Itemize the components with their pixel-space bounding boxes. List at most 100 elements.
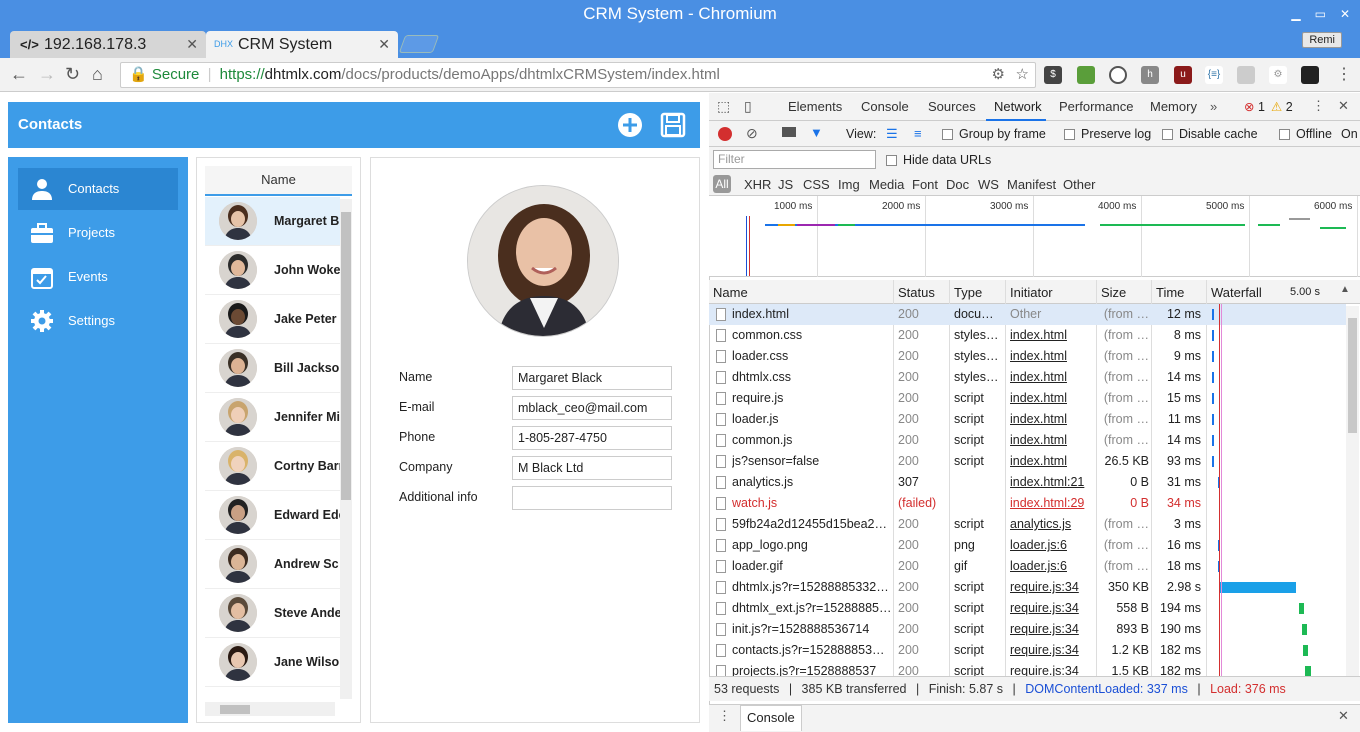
- contact-row[interactable]: Jane Wilso: [205, 638, 340, 687]
- device-toggle-icon[interactable]: ▯: [744, 98, 752, 115]
- form-field[interactable]: mblack_ceo@mail.com: [512, 396, 672, 420]
- overview-icon[interactable]: ≡: [914, 126, 922, 141]
- form-field[interactable]: M Black Ltd: [512, 456, 672, 480]
- profile-badge[interactable]: Remi: [1302, 32, 1342, 48]
- devtools-tab-performance[interactable]: Performance: [1059, 99, 1133, 114]
- devtools-tab-sources[interactable]: Sources: [928, 99, 976, 114]
- extension-record-icon[interactable]: [1109, 66, 1127, 84]
- clear-icon[interactable]: ⊘: [746, 125, 758, 142]
- sidebar-item-projects[interactable]: Projects: [18, 212, 178, 254]
- network-row[interactable]: common.css 200 styles… index.html (from … 8 m…: [709, 325, 1346, 346]
- restore-icon[interactable]: ▭: [1315, 7, 1326, 21]
- network-row[interactable]: analytics.js 307 index.html:21 0 B 31 ms: [709, 472, 1346, 493]
- column-header-type[interactable]: Type: [954, 285, 982, 300]
- cell-initiator[interactable]: index.html: [1010, 409, 1098, 430]
- type-filter-doc[interactable]: Doc: [946, 177, 969, 192]
- back-icon[interactable]: ←: [10, 64, 28, 85]
- network-row[interactable]: contacts.js?r=152888853… 200 script require…: [709, 640, 1346, 661]
- filter-icon[interactable]: ▼: [810, 125, 823, 140]
- network-row[interactable]: index.html 200 docu… Other (from … 12 ms: [709, 304, 1346, 325]
- cell-initiator[interactable]: index.html: [1010, 367, 1098, 388]
- extension-camera-icon[interactable]: [1301, 66, 1319, 84]
- form-field[interactable]: [512, 486, 672, 510]
- reload-icon[interactable]: ↻: [65, 64, 80, 85]
- column-header-status[interactable]: Status: [898, 285, 935, 300]
- network-row[interactable]: loader.js 200 script index.html (from … 11 ms: [709, 409, 1346, 430]
- drawer-close-icon[interactable]: ✕: [1338, 708, 1349, 724]
- form-field[interactable]: 1-805-287-4750: [512, 426, 672, 450]
- address-bar[interactable]: 🔒 Secure | https://dhtmlx.com/docs/produ…: [120, 62, 1036, 88]
- type-filter-css[interactable]: CSS: [803, 177, 830, 192]
- drawer-menu-icon[interactable]: ⋮: [718, 708, 731, 724]
- network-row[interactable]: dhtmlx.css 200 styles… index.html (from … 14 …: [709, 367, 1346, 388]
- sidebar-item-events[interactable]: Events: [18, 256, 178, 298]
- group-by-frame-checkbox[interactable]: Group by frame: [942, 127, 1046, 141]
- network-row[interactable]: js?sensor=false 200 script index.html 26.5 K…: [709, 451, 1346, 472]
- extension-h-icon[interactable]: h: [1141, 66, 1159, 84]
- network-row[interactable]: loader.css 200 styles… index.html (from … 9 m…: [709, 346, 1346, 367]
- drawer-tab-console[interactable]: Console: [740, 705, 802, 731]
- cell-initiator[interactable]: loader.js:6: [1010, 556, 1098, 577]
- cell-initiator[interactable]: require.js:34: [1010, 598, 1098, 619]
- column-header-name[interactable]: Name: [713, 285, 748, 300]
- contact-row[interactable]: Margaret B: [205, 197, 340, 246]
- type-filter-media[interactable]: Media: [869, 177, 904, 192]
- column-header-waterfall[interactable]: Waterfall: [1211, 285, 1262, 300]
- contact-row[interactable]: Cortny Barr: [205, 442, 340, 491]
- network-scroll-thumb[interactable]: [1348, 318, 1357, 433]
- contact-row[interactable]: John Woke: [205, 246, 340, 295]
- network-row[interactable]: dhtmlx.js?r=15288885332… 200 script require…: [709, 577, 1346, 598]
- network-row[interactable]: init.js?r=1528888536714 200 script require.…: [709, 619, 1346, 640]
- network-row[interactable]: app_logo.png 200 png loader.js:6 (from … 16 m…: [709, 535, 1346, 556]
- devtools-tab-network[interactable]: Network: [994, 99, 1042, 114]
- devtools-tab-memory[interactable]: Memory: [1150, 99, 1197, 114]
- devtools-menu-icon[interactable]: ⋮: [1312, 98, 1325, 114]
- cell-initiator[interactable]: index.html:21: [1010, 472, 1098, 493]
- save-button[interactable]: [660, 112, 686, 138]
- type-filter-all[interactable]: All: [713, 175, 731, 193]
- type-filter-img[interactable]: Img: [838, 177, 860, 192]
- cell-initiator[interactable]: loader.js:6: [1010, 535, 1098, 556]
- type-filter-ws[interactable]: WS: [978, 177, 999, 192]
- menu-icon[interactable]: ⋮: [1336, 64, 1352, 84]
- cell-initiator[interactable]: index.html: [1010, 346, 1098, 367]
- extension-gear-icon[interactable]: ⚙: [1269, 66, 1287, 84]
- extension-green-icon[interactable]: [1077, 66, 1095, 84]
- extension-braces-icon[interactable]: {≡}: [1205, 66, 1223, 84]
- column-header-initiator[interactable]: Initiator: [1010, 285, 1053, 300]
- cell-initiator[interactable]: index.html:29: [1010, 493, 1098, 514]
- sidebar-item-contacts[interactable]: Contacts: [18, 168, 178, 210]
- network-row[interactable]: dhtmlx_ext.js?r=15288885… 200 script requir…: [709, 598, 1346, 619]
- tab-ip[interactable]: </> 192.168.178.3 ✕: [10, 31, 206, 58]
- add-contact-button[interactable]: [617, 112, 643, 138]
- type-filter-manifest[interactable]: Manifest: [1007, 177, 1056, 192]
- cell-initiator[interactable]: require.js:34: [1010, 619, 1098, 640]
- contact-row[interactable]: Jake Peter: [205, 295, 340, 344]
- network-row[interactable]: common.js 200 script index.html (from … 14 ms: [709, 430, 1346, 451]
- filter-input[interactable]: Filter: [713, 150, 876, 169]
- minimize-icon[interactable]: ▁: [1291, 7, 1300, 21]
- inspect-icon[interactable]: ⬚: [717, 98, 730, 115]
- sort-up-icon[interactable]: ▲: [1340, 284, 1350, 295]
- contact-row[interactable]: Edward Ede: [205, 491, 340, 540]
- new-tab-button[interactable]: [398, 35, 440, 53]
- close-icon[interactable]: ✕: [1340, 7, 1350, 21]
- form-field[interactable]: Margaret Black: [512, 366, 672, 390]
- grid-hscroll-thumb[interactable]: [220, 705, 250, 714]
- column-header-time[interactable]: Time: [1156, 285, 1184, 300]
- devtools-close-icon[interactable]: ✕: [1338, 98, 1349, 114]
- preserve-log-checkbox[interactable]: Preserve log: [1064, 127, 1151, 141]
- cell-initiator[interactable]: index.html: [1010, 388, 1098, 409]
- type-filter-font[interactable]: Font: [912, 177, 938, 192]
- cell-initiator[interactable]: index.html: [1010, 451, 1098, 472]
- network-row[interactable]: loader.gif 200 gif loader.js:6 (from … 18 ms: [709, 556, 1346, 577]
- error-count[interactable]: ⊗ 1: [1244, 99, 1265, 114]
- grid-scroll-thumb[interactable]: [341, 212, 351, 500]
- tab-crm[interactable]: DHX CRM System ✕: [206, 31, 398, 58]
- devtools-tab-elements[interactable]: Elements: [788, 99, 842, 114]
- contact-row[interactable]: Andrew Sc: [205, 540, 340, 589]
- extension-dollar-icon[interactable]: $: [1044, 66, 1062, 84]
- cell-initiator[interactable]: index.html: [1010, 325, 1098, 346]
- network-row[interactable]: require.js 200 script index.html (from … 15 m…: [709, 388, 1346, 409]
- column-header-size[interactable]: Size: [1101, 285, 1126, 300]
